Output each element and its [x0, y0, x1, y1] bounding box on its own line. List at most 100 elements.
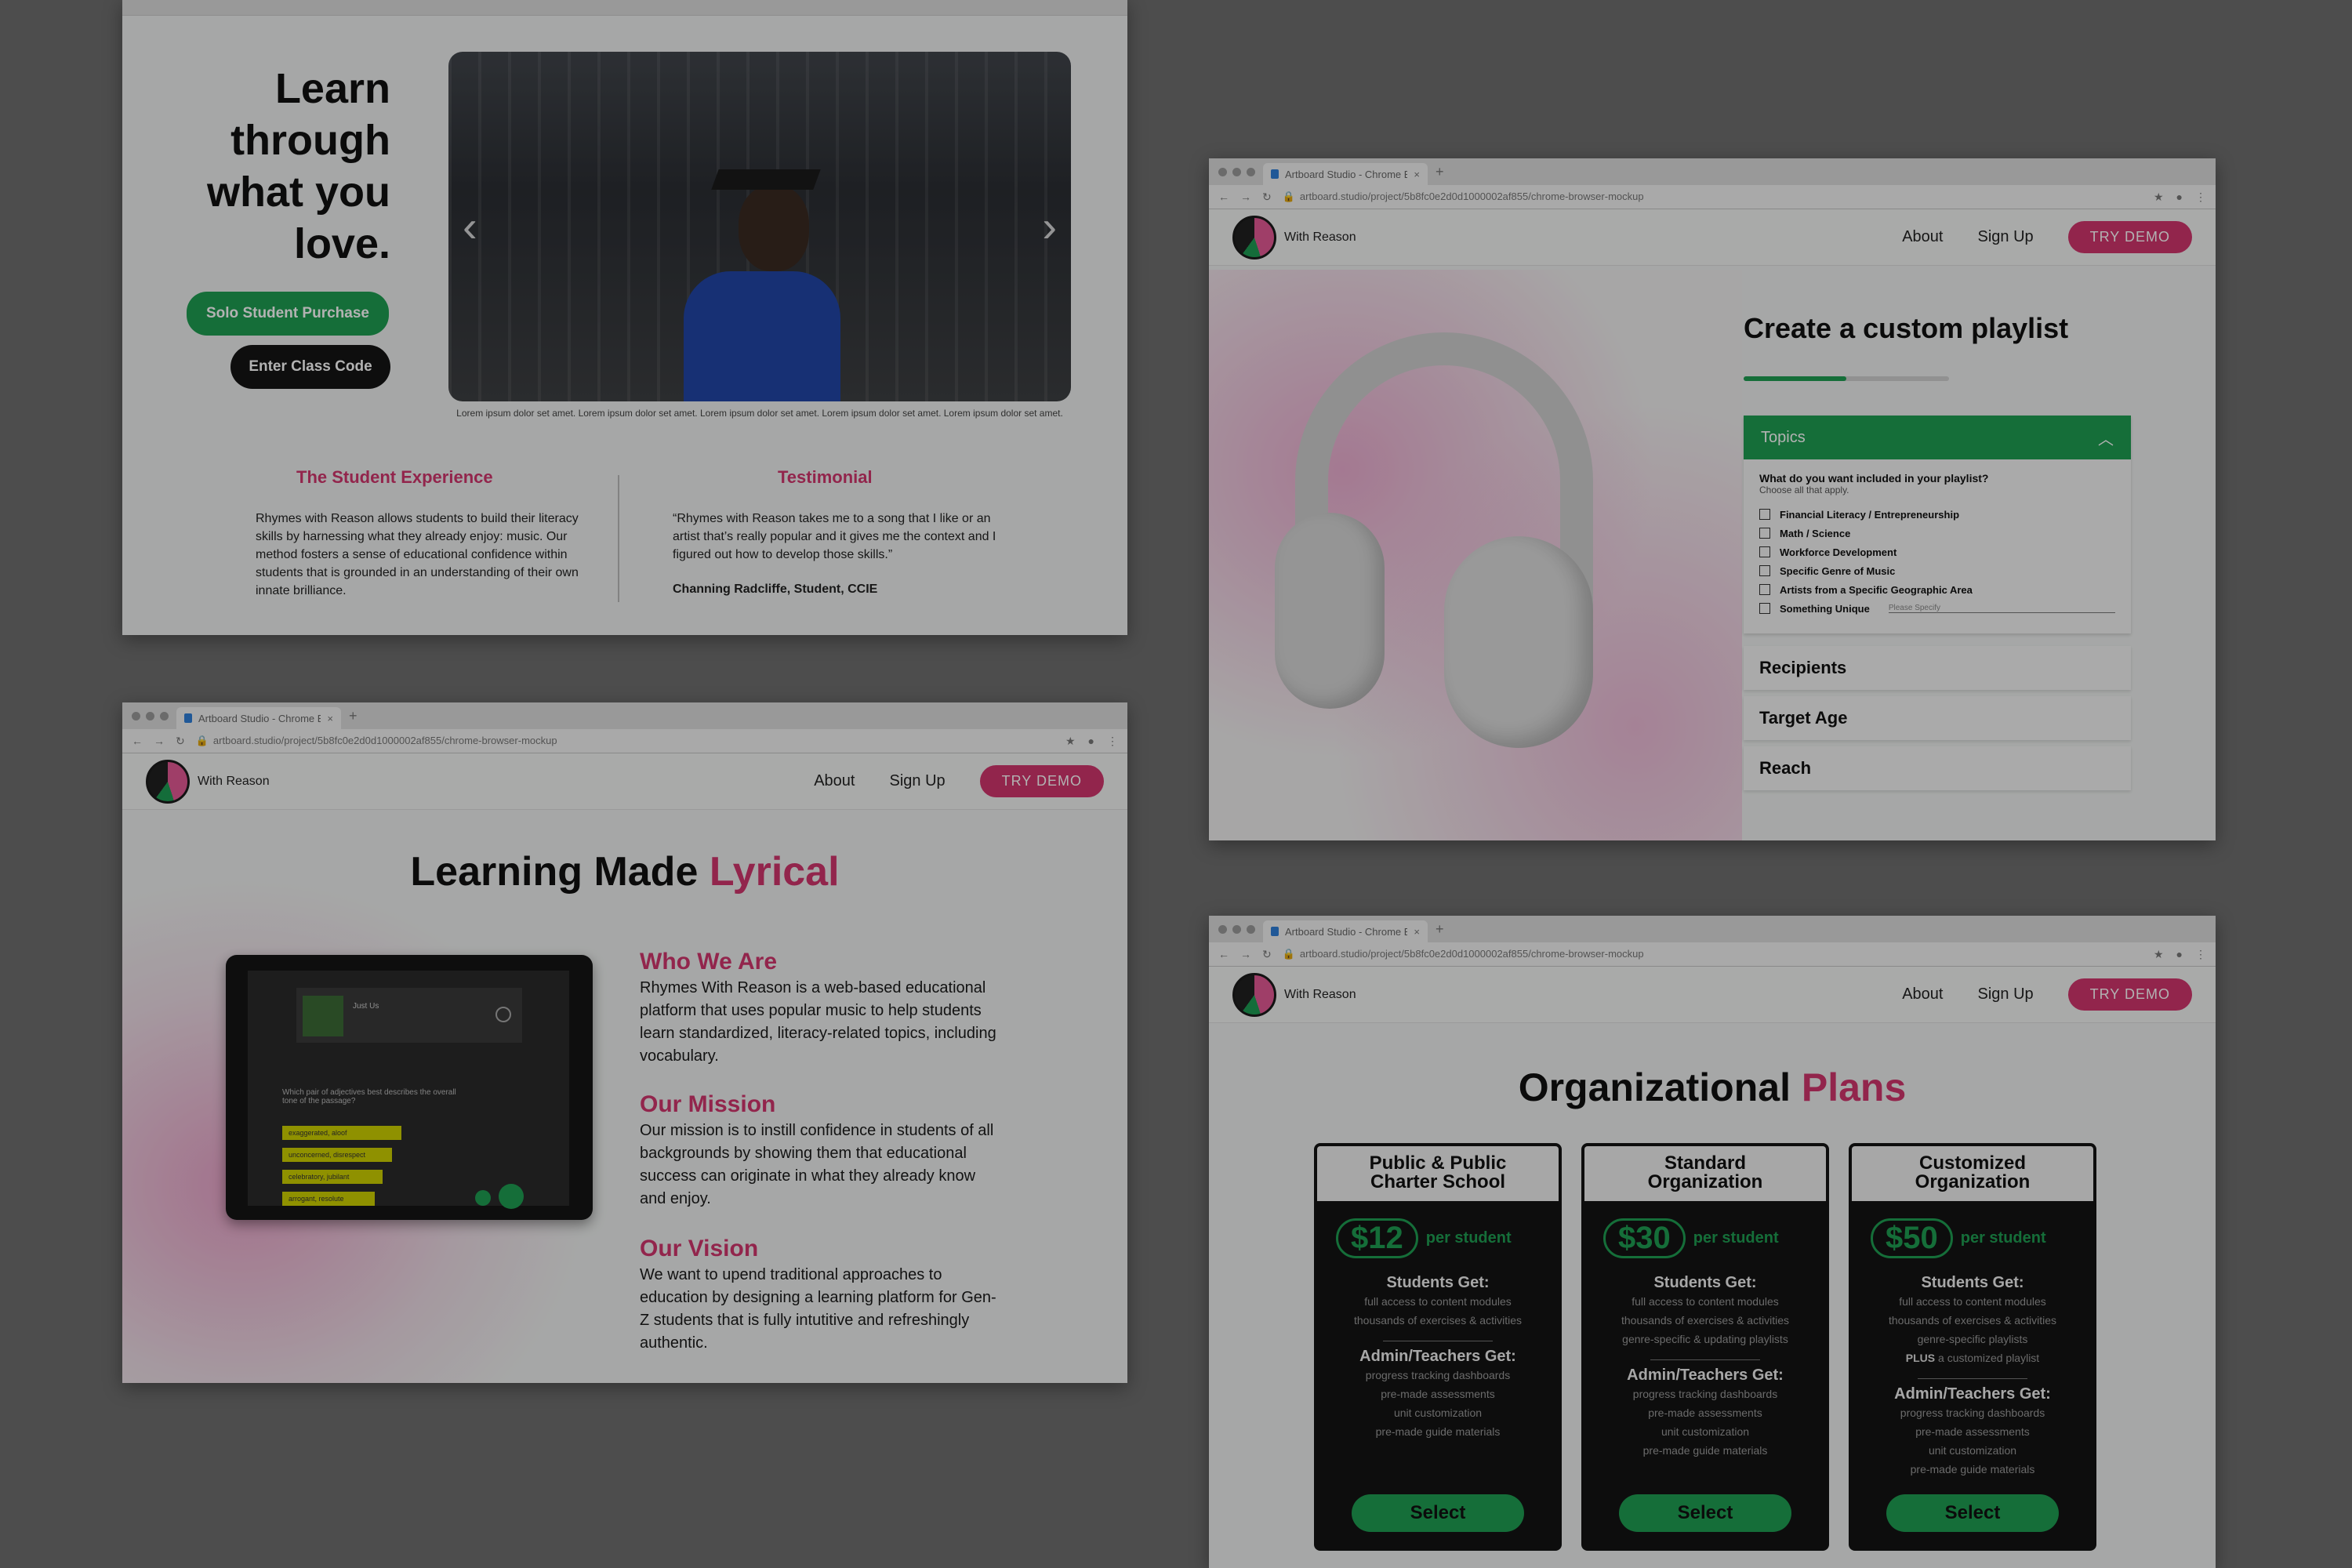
reload-icon[interactable]: ↻ [1262, 191, 1272, 204]
checkbox[interactable] [1759, 528, 1770, 539]
checkbox[interactable] [1759, 546, 1770, 557]
reload-icon[interactable]: ↻ [1262, 948, 1272, 961]
topic-option[interactable]: Something Unique Please Specify [1759, 599, 2115, 618]
quiz-question: Which pair of adjectives best describes … [282, 1088, 456, 1105]
section-divider [618, 475, 619, 602]
plan-card-standard: Standard Organization $30 per student Stud… [1581, 1143, 1829, 1551]
recipients-accordion[interactable]: Recipients [1744, 646, 2131, 690]
rhymes-logo-icon[interactable] [1232, 215, 1276, 260]
about-window: Artboard Studio - Chrome Brows... × + ← … [122, 702, 1127, 1383]
enter-class-code-button[interactable]: Enter Class Code [230, 345, 390, 389]
rhymes-logo-icon[interactable] [146, 759, 190, 804]
checkbox[interactable] [1759, 509, 1770, 520]
close-tab-icon[interactable]: × [327, 713, 333, 724]
quiz-option[interactable]: unconcerned, disrespect [282, 1148, 392, 1162]
browser-tab[interactable]: Artboard Studio - Chrome Brows... × [176, 707, 341, 729]
browser-tab[interactable]: Artboard Studio - Chrome Brows... × [1263, 163, 1428, 185]
menu-icon[interactable]: ⋮ [2195, 191, 2206, 204]
song-card: Just Us [296, 988, 522, 1043]
nav-signup-link[interactable]: Sign Up [1977, 985, 2033, 1004]
browser-chrome: Artboard Studio - Chrome Brows... × + ← … [1209, 916, 2216, 967]
bookmark-star-icon[interactable]: ★ [2154, 948, 2164, 961]
carousel-prev-arrow-icon[interactable]: ‹ [463, 201, 477, 252]
our-vision-text: We want to upend traditional approaches … [640, 1266, 996, 1352]
brand-name: With Reason [198, 774, 270, 788]
close-tab-icon[interactable]: × [1414, 926, 1420, 938]
step-progress-bar [1744, 376, 1949, 381]
our-mission-text: Our mission is to instill confidence in … [640, 1122, 994, 1207]
profile-icon[interactable]: ● [2176, 948, 2183, 961]
nav-about-link[interactable]: About [1902, 228, 1943, 246]
new-tab-icon[interactable]: + [1436, 164, 1444, 180]
admin-get-title: Admin/Teachers Get: [1359, 1348, 1516, 1365]
select-plan-button[interactable]: Select [1619, 1494, 1791, 1532]
admin-get-title: Admin/Teachers Get: [1627, 1367, 1784, 1384]
browser-chrome: Artboard Studio - Chrome Brows... × + ← … [1209, 158, 2216, 209]
reach-accordion[interactable]: Reach [1744, 746, 2131, 790]
target-age-accordion[interactable]: Target Age [1744, 696, 2131, 740]
skip-button[interactable] [475, 1190, 491, 1206]
window-controls[interactable] [1218, 924, 1255, 934]
menu-icon[interactable]: ⋮ [2195, 948, 2206, 961]
forward-icon[interactable]: → [1240, 191, 1251, 203]
next-button[interactable] [499, 1184, 524, 1209]
specify-input[interactable]: Please Specify [1888, 604, 2115, 613]
select-plan-button[interactable]: Select [1352, 1494, 1524, 1532]
nav-about-link[interactable]: About [1902, 985, 1943, 1004]
nav-signup-link[interactable]: Sign Up [889, 772, 945, 790]
topic-option[interactable]: Workforce Development [1759, 543, 2115, 561]
new-tab-icon[interactable]: + [349, 708, 358, 724]
page-title: Organizational Plans [1518, 1065, 1907, 1109]
menu-icon[interactable]: ⋮ [1107, 735, 1118, 748]
carousel-next-arrow-icon[interactable]: › [1042, 201, 1057, 252]
reload-icon[interactable]: ↻ [176, 735, 185, 748]
forward-icon[interactable]: → [1240, 948, 1251, 960]
topics-header[interactable]: Topics ︿ [1744, 416, 2131, 459]
nav-about-link[interactable]: About [814, 772, 855, 790]
checkbox[interactable] [1759, 565, 1770, 576]
site-nav: With Reason About Sign Up TRY DEMO [122, 753, 1127, 810]
browser-tab[interactable]: Artboard Studio - Chrome Brows... × [1263, 920, 1428, 942]
quiz-option[interactable]: arrogant, resolute [282, 1192, 375, 1206]
topics-subtext: Choose all that apply. [1759, 485, 1849, 495]
try-demo-button[interactable]: TRY DEMO [2067, 221, 2192, 253]
tablet-screen: Just Us Which pair of adjectives best de… [248, 971, 569, 1209]
brand-name: With Reason [1284, 230, 1356, 244]
window-controls[interactable] [1218, 167, 1255, 176]
back-icon[interactable]: ← [132, 735, 143, 747]
back-icon[interactable]: ← [1218, 191, 1229, 203]
topic-option[interactable]: Artists from a Specific Geographic Area [1759, 580, 2115, 599]
back-icon[interactable]: ← [1218, 948, 1229, 960]
bookmark-star-icon[interactable]: ★ [1065, 735, 1076, 748]
testimonial-author: Channing Radcliffe, Student, CCIE [673, 583, 878, 596]
bookmark-star-icon[interactable]: ★ [2154, 191, 2164, 204]
window-controls[interactable] [132, 711, 169, 720]
checkbox[interactable] [1759, 603, 1770, 614]
close-tab-icon[interactable]: × [1414, 169, 1420, 180]
plan-card-customized: Customized Organization $50 per student St… [1849, 1143, 2096, 1551]
profile-icon[interactable]: ● [1088, 735, 1094, 748]
quiz-option[interactable]: celebratory, jubilant [282, 1170, 383, 1184]
address-bar[interactable]: 🔒 artboard.studio/project/5b8fc0e2d0d1000… [196, 735, 1054, 747]
play-icon[interactable] [495, 1007, 511, 1022]
try-demo-button[interactable]: TRY DEMO [979, 765, 1104, 797]
checkbox[interactable] [1759, 584, 1770, 595]
topic-option[interactable]: Financial Literacy / Entrepreneurship [1759, 505, 2115, 524]
topic-option[interactable]: Specific Genre of Music [1759, 561, 2115, 580]
rhymes-logo-icon[interactable] [1232, 972, 1276, 1017]
solo-student-purchase-button[interactable]: Solo Student Purchase [187, 292, 389, 336]
new-tab-icon[interactable]: + [1436, 921, 1444, 938]
quiz-option[interactable]: exaggerated, aloof [282, 1126, 401, 1140]
try-demo-button[interactable]: TRY DEMO [2067, 978, 2192, 1011]
topic-option[interactable]: Math / Science [1759, 524, 2115, 543]
nav-signup-link[interactable]: Sign Up [1977, 228, 2033, 246]
profile-icon[interactable]: ● [2176, 191, 2183, 204]
forward-icon[interactable]: → [154, 735, 165, 747]
admin-features: progress tracking dashboards pre-made ass… [1632, 1388, 1778, 1457]
select-plan-button[interactable]: Select [1886, 1494, 2059, 1532]
address-bar[interactable]: 🔒 artboard.studio/project/5b8fc0e2d0d1000… [1283, 191, 2143, 203]
plan-name: Standard Organization [1584, 1146, 1826, 1201]
chevron-up-icon[interactable]: ︿ [2098, 426, 2114, 449]
brand-name: With Reason [1284, 987, 1356, 1001]
address-bar[interactable]: 🔒 artboard.studio/project/5b8fc0e2d0d1000… [1283, 948, 2143, 960]
